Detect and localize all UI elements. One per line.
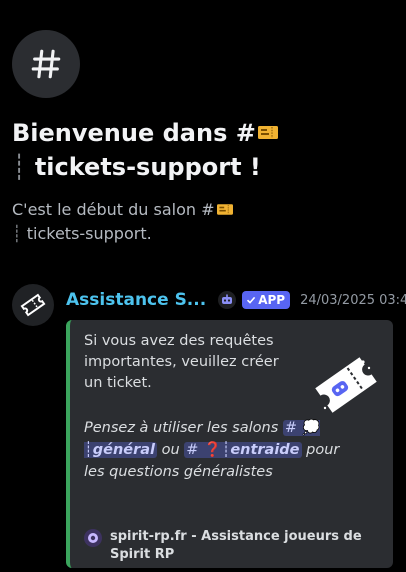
ticket-emoji-icon	[216, 204, 233, 215]
ticket-logo-icon	[315, 357, 377, 413]
welcome-title: Bienvenue dans # ┊ tickets-support !	[12, 116, 392, 184]
ticket-icon	[20, 293, 46, 317]
check-icon	[247, 296, 256, 304]
embed-description: Si vous avez des requêtes importantes, v…	[84, 333, 279, 391]
channel-mention-entraide[interactable]: # ❓┊entraide	[184, 442, 302, 458]
embed-footer: spirit-rp.fr - Assistance joueurs de Spi…	[84, 528, 374, 564]
ticket-emoji-icon	[257, 125, 278, 139]
bot-icon	[222, 294, 233, 304]
embed-channels-hint: Pensez à utiliser les salons # 💭┊général…	[84, 420, 340, 480]
message-timestamp[interactable]: 24/03/2025 03:41	[300, 293, 406, 308]
bot-badge[interactable]	[218, 291, 237, 309]
welcome-subtitle: C'est le début du salon # ┊ tickets-supp…	[12, 198, 392, 246]
app-tag: APP	[242, 291, 291, 309]
spirit-logo-icon	[84, 529, 102, 547]
message-embed: Si vous avez des requêtes importantes, v…	[66, 320, 393, 568]
channel-hash-icon	[12, 30, 80, 98]
author-name[interactable]: Assistance S...	[66, 290, 206, 310]
message-header: Assistance S... APP 24/03/2025 03:41	[66, 287, 406, 313]
hash-icon	[31, 49, 61, 79]
author-avatar[interactable]	[12, 284, 54, 326]
